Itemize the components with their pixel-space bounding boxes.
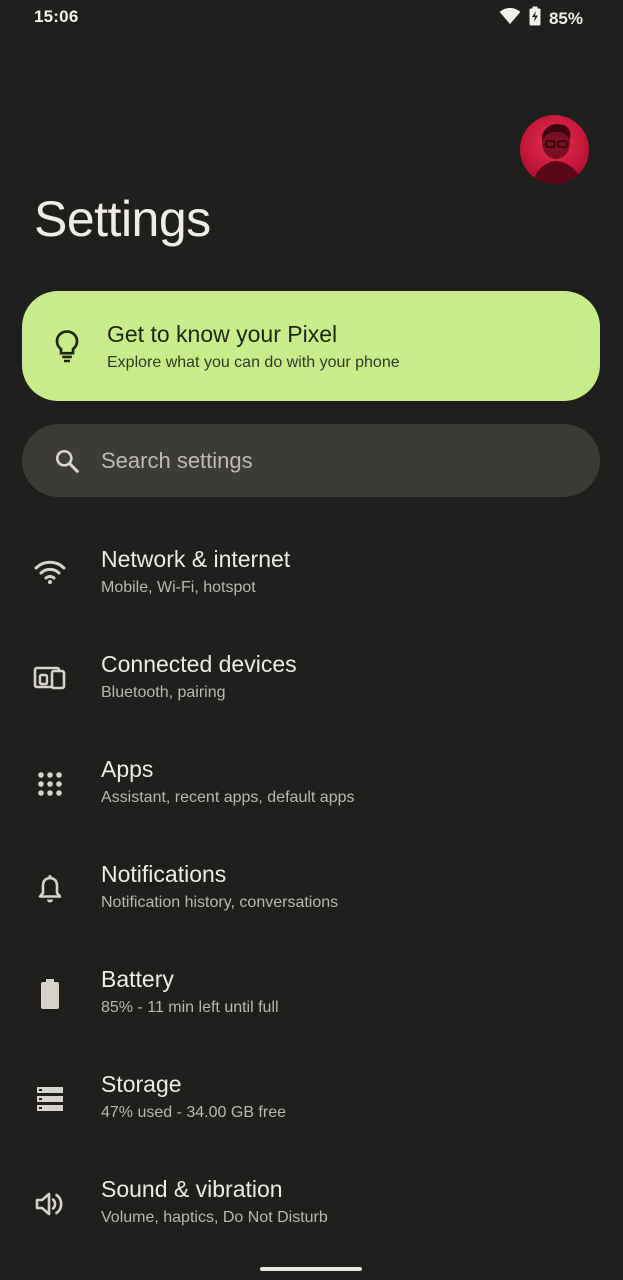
setting-subtitle: Bluetooth, pairing bbox=[101, 684, 226, 701]
wifi-icon bbox=[32, 554, 68, 590]
avatar-person-icon bbox=[532, 124, 582, 184]
battery-icon bbox=[32, 976, 68, 1012]
setting-storage[interactable]: Storage 47% used - 34.00 GB free bbox=[0, 1071, 623, 1176]
setting-sound-vibration[interactable]: Sound & vibration Volume, haptics, Do No… bbox=[0, 1176, 623, 1280]
setting-battery[interactable]: Battery 85% - 11 min left until full bbox=[0, 966, 623, 1071]
search-icon bbox=[54, 448, 80, 479]
setting-subtitle: Mobile, Wi‑Fi, hotspot bbox=[101, 579, 256, 596]
devices-icon bbox=[32, 659, 68, 695]
tip-card-title: Get to know your Pixel bbox=[107, 321, 338, 347]
status-icons: 85% bbox=[499, 6, 583, 31]
profile-avatar[interactable] bbox=[520, 115, 589, 184]
settings-screen: 15:06 85% Settings Get to know your Pixe… bbox=[0, 0, 623, 1280]
page-title: Settings bbox=[34, 191, 211, 247]
setting-network-internet[interactable]: Network & internet Mobile, Wi‑Fi, hotspo… bbox=[0, 546, 623, 651]
status-bar: 15:06 85% bbox=[0, 0, 623, 34]
search-placeholder: Search settings bbox=[101, 448, 253, 473]
volume-icon bbox=[32, 1186, 68, 1222]
get-to-know-pixel-card[interactable]: Get to know your Pixel Explore what you … bbox=[22, 291, 600, 401]
apps-grid-icon bbox=[32, 766, 68, 802]
setting-connected-devices[interactable]: Connected devices Bluetooth, pairing bbox=[0, 651, 623, 756]
status-time: 15:06 bbox=[34, 7, 79, 26]
storage-icon bbox=[32, 1081, 68, 1117]
setting-title: Apps bbox=[101, 756, 154, 782]
search-settings-bar[interactable]: Search settings bbox=[22, 424, 600, 497]
setting-subtitle: Volume, haptics, Do Not Disturb bbox=[101, 1209, 328, 1226]
bell-icon bbox=[32, 871, 68, 907]
setting-title: Notifications bbox=[101, 861, 227, 887]
setting-title: Sound & vibration bbox=[101, 1176, 283, 1202]
setting-subtitle: Assistant, recent apps, default apps bbox=[101, 789, 355, 806]
wifi-icon bbox=[499, 7, 521, 30]
setting-title: Connected devices bbox=[101, 651, 297, 677]
setting-subtitle: Notification history, conversations bbox=[101, 894, 339, 911]
setting-subtitle: 47% used - 34.00 GB free bbox=[101, 1104, 286, 1121]
battery-percent: 85% bbox=[548, 8, 583, 28]
setting-apps[interactable]: Apps Assistant, recent apps, default app… bbox=[0, 756, 623, 861]
setting-title: Storage bbox=[101, 1071, 182, 1097]
gesture-nav-handle[interactable] bbox=[260, 1267, 362, 1271]
lightbulb-icon bbox=[52, 328, 82, 369]
setting-title: Battery bbox=[101, 966, 174, 992]
tip-card-subtitle: Explore what you can do with your phone bbox=[107, 354, 400, 371]
setting-subtitle: 85% - 11 min left until full bbox=[101, 999, 279, 1016]
setting-title: Network & internet bbox=[101, 546, 291, 572]
battery-charging-icon bbox=[529, 6, 541, 31]
setting-notifications[interactable]: Notifications Notification history, conv… bbox=[0, 861, 623, 966]
